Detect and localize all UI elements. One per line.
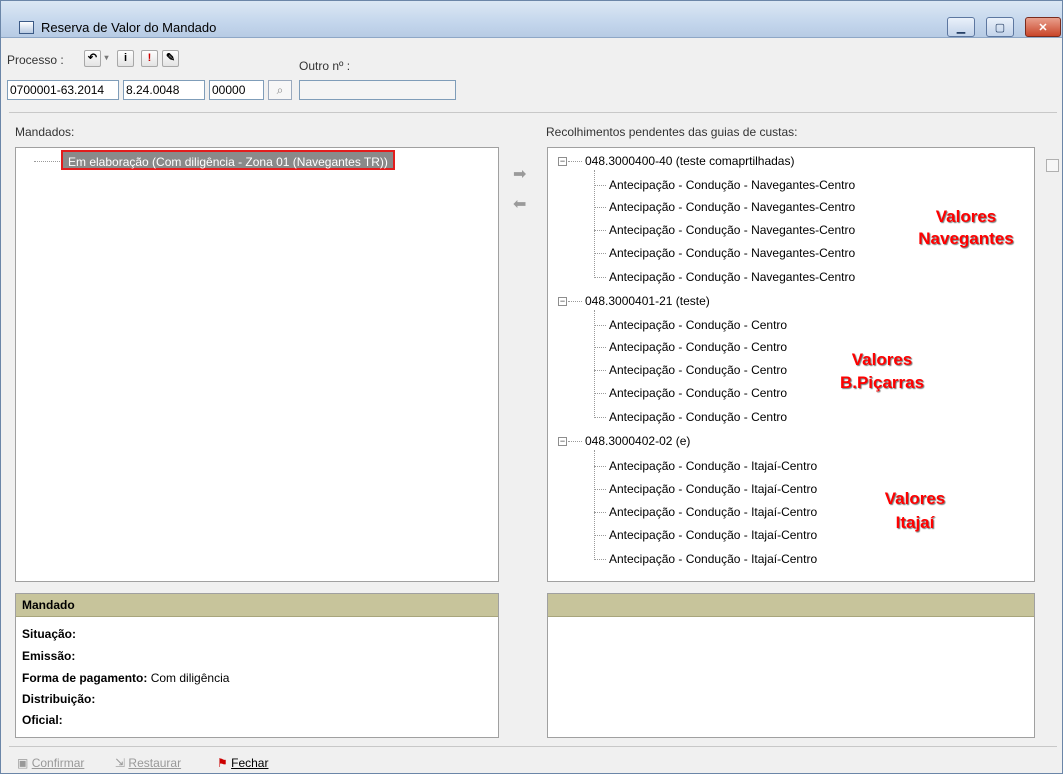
- annotation-itajai-line1: Valores: [884, 489, 946, 508]
- recolhimento-detail-panel: [547, 593, 1035, 738]
- processo-number-field[interactable]: 0700001-63.2014: [7, 80, 119, 100]
- processo-label: Processo :: [7, 53, 64, 67]
- emissao-label: Emissão:: [22, 649, 76, 663]
- guia-group-title[interactable]: 048.3000402-02 (e): [585, 431, 690, 451]
- collapse-icon[interactable]: −: [558, 297, 567, 306]
- outro-numero-label: Outro nº :: [299, 59, 351, 73]
- tree-connector: [594, 277, 606, 279]
- info-icon[interactable]: i: [117, 50, 134, 67]
- guia-item[interactable]: Antecipação - Condução - Centro: [609, 360, 787, 380]
- forma-pagamento-label: Forma de pagamento:: [22, 671, 148, 685]
- recolhimentos-label: Recolhimentos pendentes das guias de cus…: [546, 125, 798, 139]
- search-icon[interactable]: ⌕: [268, 80, 292, 100]
- guia-item[interactable]: Antecipação - Condução - Navegantes-Cent…: [609, 243, 855, 263]
- distribuicao-row: Distribuição:: [22, 692, 95, 706]
- mandados-tree[interactable]: Em elaboração (Com diligência - Zona 01 …: [15, 147, 499, 582]
- tree-connector: [594, 325, 606, 327]
- tree-connector: [568, 161, 582, 163]
- tree-connector: [568, 301, 582, 303]
- annotation-navegantes-line2: Navegantes: [918, 229, 1014, 248]
- guia-item[interactable]: Antecipação - Condução - Centro: [609, 315, 787, 335]
- save-icon: ▣: [17, 756, 29, 770]
- tree-connector: [594, 207, 606, 209]
- title-bar: Reserva de Valor do Mandado ▁ ▢ ✕: [1, 1, 1062, 38]
- annotation-picarras-line1: Valores: [851, 350, 913, 369]
- guia-item[interactable]: Antecipação - Condução - Itajaí-Centro: [609, 456, 817, 476]
- guia-item[interactable]: Antecipação - Condução - Centro: [609, 407, 787, 427]
- maximize-button[interactable]: ▢: [986, 17, 1014, 37]
- processo-origin-field[interactable]: 8.24.0048: [123, 80, 205, 100]
- app-window-icon: [19, 21, 34, 34]
- close-window-button[interactable]: ✕: [1025, 17, 1061, 37]
- oficial-label: Oficial:: [22, 713, 63, 727]
- chevron-down-icon[interactable]: ▾: [102, 50, 111, 67]
- mandado-item-selected[interactable]: Em elaboração (Com diligência - Zona 01 …: [61, 150, 395, 170]
- collapse-icon[interactable]: −: [558, 157, 567, 166]
- separator: [9, 112, 1057, 113]
- collapse-icon[interactable]: −: [558, 437, 567, 446]
- tree-connector: [594, 253, 606, 255]
- forma-pagamento-row: Forma de pagamento: Com diligência: [22, 671, 229, 685]
- tree-connector: [594, 230, 606, 232]
- tree-connector: [34, 161, 60, 163]
- footer-separator: [9, 746, 1057, 747]
- tree-connector: [594, 185, 606, 187]
- tree-connector: [594, 512, 606, 514]
- guia-item[interactable]: Antecipação - Condução - Itajaí-Centro: [609, 549, 817, 569]
- mandado-detail-panel: Mandado Situação: Emissão: Forma de paga…: [15, 593, 499, 738]
- guia-item[interactable]: Antecipação - Condução - Navegantes-Cent…: [609, 220, 855, 240]
- oficial-row: Oficial:: [22, 713, 63, 727]
- fechar-button[interactable]: ⚑ Fechar: [217, 756, 268, 770]
- tag-icon[interactable]: ✎: [162, 50, 179, 67]
- guia-group-title[interactable]: 048.3000400-40 (teste comaprtilhadas): [585, 151, 794, 171]
- window-title: Reserva de Valor do Mandado: [41, 20, 217, 35]
- main-window: Reserva de Valor do Mandado ▁ ▢ ✕ Proces…: [0, 0, 1063, 774]
- distribuicao-label: Distribuição:: [22, 692, 96, 706]
- annotation-picarras-line2: B.Piçarras: [839, 373, 925, 392]
- tree-connector: [594, 559, 606, 561]
- tree-connector: [594, 347, 606, 349]
- mandados-label: Mandados:: [15, 125, 75, 139]
- arrow-left-icon[interactable]: ⬅: [513, 194, 526, 214]
- situacao-row: Situação:: [22, 627, 76, 641]
- emissao-row: Emissão:: [22, 649, 75, 663]
- minimize-button[interactable]: ▁: [947, 17, 975, 37]
- guia-item[interactable]: Antecipação - Condução - Navegantes-Cent…: [609, 197, 855, 217]
- annotation-itajai-line2: Itajaí: [895, 513, 935, 532]
- arrow-right-icon[interactable]: ➡: [513, 164, 526, 184]
- restaurar-button[interactable]: ⇲ Restaurar: [115, 756, 181, 770]
- tree-connector: [594, 370, 606, 372]
- confirmar-button[interactable]: ▣ Confirmar: [17, 756, 84, 770]
- annotation-navegantes-line1: Valores: [935, 207, 997, 226]
- forma-pagamento-value: Com diligência: [150, 671, 230, 685]
- outro-numero-field[interactable]: [299, 80, 456, 100]
- restaurar-label: Restaurar: [128, 756, 182, 770]
- guia-group-title[interactable]: 048.3000401-21 (teste): [585, 291, 710, 311]
- guia-item[interactable]: Antecipação - Condução - Itajaí-Centro: [609, 479, 817, 499]
- processo-suffix-field[interactable]: 00000: [209, 80, 264, 100]
- guia-item[interactable]: Antecipação - Condução - Itajaí-Centro: [609, 525, 817, 545]
- guia-item[interactable]: Antecipação - Condução - Navegantes-Cent…: [609, 267, 855, 287]
- recolhimento-detail-header: [548, 594, 1034, 617]
- tree-connector: [594, 489, 606, 491]
- tree-connector: [594, 393, 606, 395]
- tree-connector: [568, 441, 582, 443]
- guia-item[interactable]: Antecipação - Condução - Itajaí-Centro: [609, 502, 817, 522]
- undo-icon[interactable]: ↶: [84, 50, 101, 67]
- recolhimentos-tree[interactable]: − 048.3000400-40 (teste comaprtilhadas) …: [547, 147, 1035, 582]
- alert-icon[interactable]: !: [141, 50, 158, 67]
- expand-panel-icon[interactable]: [1046, 159, 1059, 172]
- fechar-label: Fechar: [231, 756, 269, 770]
- restore-icon: ⇲: [115, 756, 126, 770]
- tree-connector: [594, 417, 606, 419]
- tree-connector: [594, 535, 606, 537]
- exit-flag-icon: ⚑: [217, 756, 228, 770]
- tree-connector: [594, 466, 606, 468]
- guia-item[interactable]: Antecipação - Condução - Navegantes-Cent…: [609, 175, 855, 195]
- guia-item[interactable]: Antecipação - Condução - Centro: [609, 383, 787, 403]
- confirmar-label: Confirmar: [31, 756, 85, 770]
- guia-item[interactable]: Antecipação - Condução - Centro: [609, 337, 787, 357]
- mandado-detail-header: Mandado: [16, 594, 498, 617]
- situacao-label: Situação:: [22, 627, 77, 641]
